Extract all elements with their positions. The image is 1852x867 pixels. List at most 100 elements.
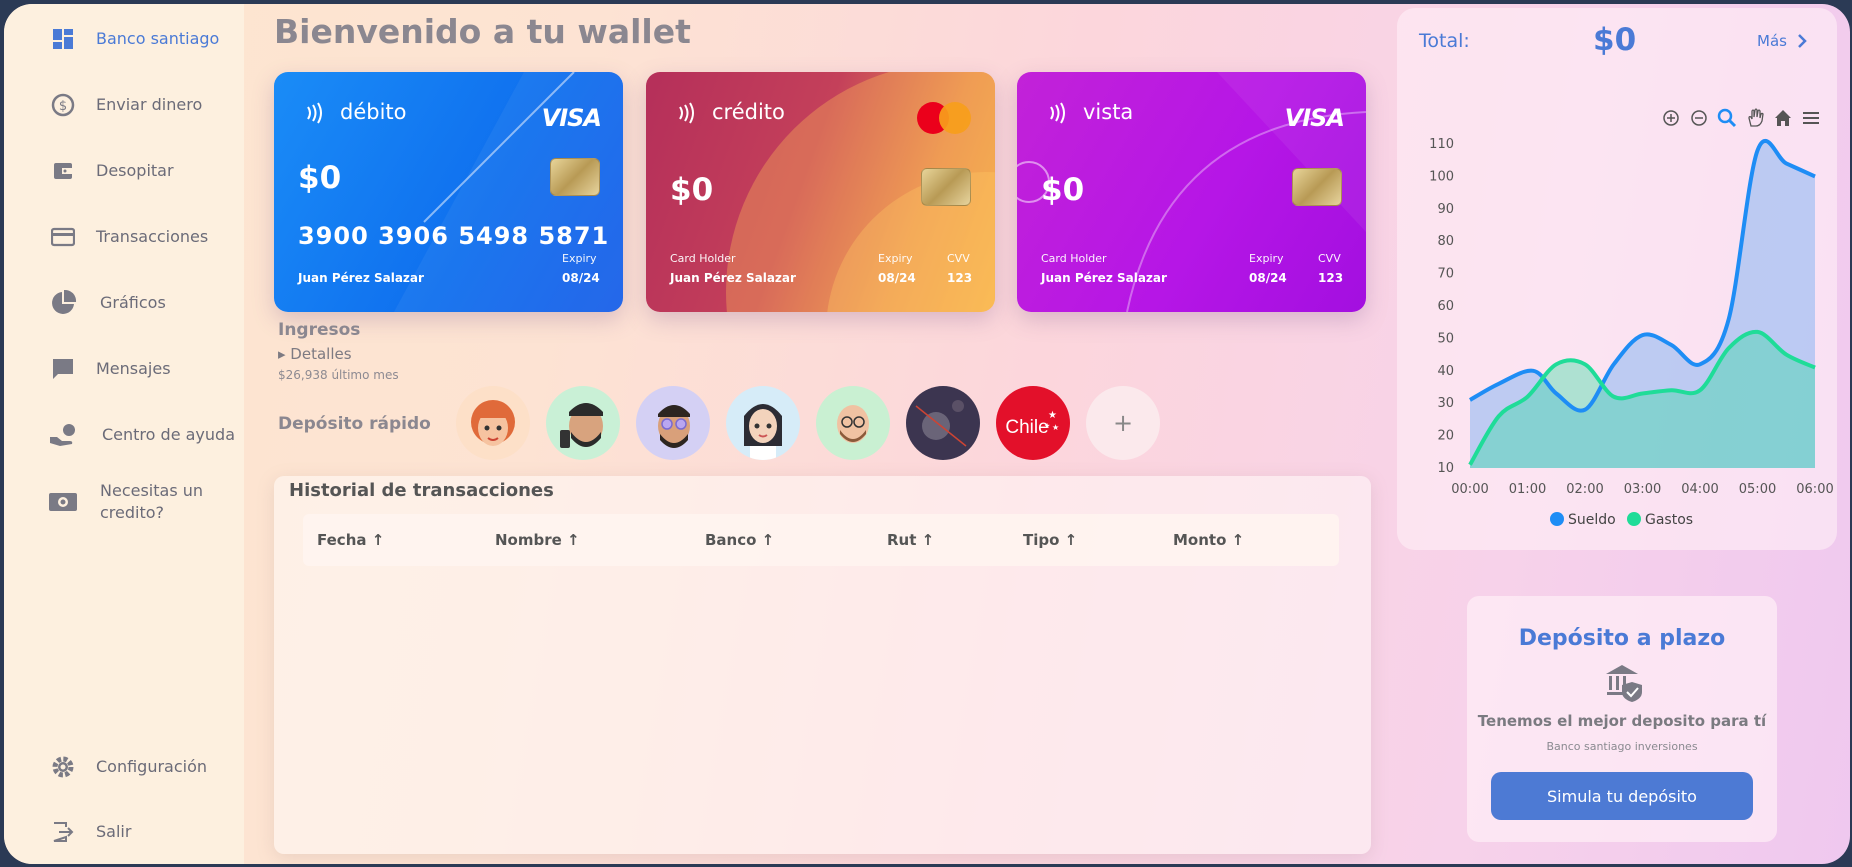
sidebar-item-banco-santiago[interactable]: Banco santiago: [48, 24, 219, 54]
card-expiry: 08/24: [562, 271, 600, 285]
card-vista[interactable]: vista VISA $0 Card Holder Expiry CVV Jua…: [1017, 72, 1366, 312]
hand-coin-icon: [48, 420, 78, 450]
pie-chart-icon: [48, 288, 78, 318]
legend-label[interactable]: Gastos: [1645, 512, 1693, 528]
add-contact-button[interactable]: +: [1086, 386, 1160, 460]
sidebar-item-credito[interactable]: Necesitas un credito?: [48, 480, 220, 524]
sidebar-item-label: Desopitar: [96, 161, 174, 180]
sidebar-item-enviar-dinero[interactable]: $ Enviar dinero: [48, 90, 202, 120]
sidebar-item-label: Necesitas un credito?: [100, 481, 204, 522]
wallet-icon: [48, 156, 78, 186]
sidebar-item-desopitar[interactable]: Desopitar: [48, 156, 174, 186]
card-type: crédito: [712, 100, 785, 124]
app-window: Banco santiago $ Enviar dinero Desopitar…: [4, 4, 1850, 864]
column-rut[interactable]: Rut ↑: [887, 531, 934, 549]
x-tick-label: 01:00: [1509, 482, 1546, 497]
cvv-label: CVV: [947, 252, 970, 265]
cash-icon: [48, 487, 78, 517]
contactless-icon: [679, 102, 694, 124]
y-tick-label: 60: [1437, 299, 1454, 314]
history-title: Historial de transacciones: [289, 480, 554, 501]
total-label: Total:: [1419, 30, 1470, 52]
deposit-subtext: Banco santiago inversiones: [1546, 740, 1698, 753]
credit-card-icon: [48, 222, 78, 252]
sidebar-item-transacciones[interactable]: Transacciones: [48, 222, 208, 252]
deposit-text: Tenemos el mejor deposito para tí: [1477, 712, 1767, 730]
y-tick-label: 90: [1437, 202, 1454, 217]
history-table-header: Fecha ↑ Nombre ↑ Banco ↑ Rut ↑ Tipo ↑ Mo…: [303, 514, 1339, 566]
gear-icon: [48, 752, 78, 782]
contact-avatar[interactable]: [726, 386, 800, 460]
expiry-label: Expiry: [878, 252, 913, 265]
y-tick-label: 40: [1437, 364, 1454, 379]
contact-avatar[interactable]: [456, 386, 530, 460]
ingresos-title: Ingresos: [278, 320, 361, 340]
card-expiry: 08/24: [878, 271, 916, 285]
sidebar-item-centro-de-ayuda[interactable]: Centro de ayuda: [48, 420, 235, 450]
sidebar-item-label: Centro de ayuda: [102, 425, 235, 444]
contact-avatar[interactable]: [546, 386, 620, 460]
column-nombre[interactable]: Nombre ↑: [495, 531, 580, 549]
card-type: vista: [1083, 100, 1134, 124]
card-number: 3900 3906 5498 5871: [298, 222, 610, 250]
deposit-promo-card: Depósito a plazo Tenemos el mejor deposi…: [1467, 596, 1777, 842]
svg-text:★: ★: [1052, 423, 1059, 432]
dashboard-icon: [48, 24, 78, 54]
visa-logo: VISA: [1284, 104, 1345, 132]
svg-text:★: ★: [1048, 410, 1057, 421]
legend-label[interactable]: Sueldo: [1568, 512, 1616, 528]
more-link[interactable]: Más: [1757, 32, 1811, 50]
card-debito[interactable]: débito VISA $0 3900 3906 5498 5871 Expir…: [274, 72, 623, 312]
card-balance: $0: [670, 172, 714, 208]
card-type: débito: [340, 100, 407, 124]
y-tick-label: 10: [1437, 461, 1454, 476]
x-tick-label: 00:00: [1451, 482, 1488, 497]
card-expiry: 08/24: [1249, 271, 1287, 285]
transaction-history-panel: Historial de transacciones Fecha ↑ Nombr…: [274, 476, 1371, 854]
y-tick-label: 80: [1437, 234, 1454, 249]
sidebar-item-configuracion[interactable]: Configuración: [48, 752, 207, 782]
contact-avatar[interactable]: [636, 386, 710, 460]
card-credito[interactable]: crédito $0 Card Holder Expiry CVV Juan P…: [646, 72, 995, 312]
contact-avatar[interactable]: [906, 386, 980, 460]
svg-text:$: $: [59, 99, 67, 114]
card-balance: $0: [1041, 172, 1085, 208]
logout-icon: [48, 817, 78, 847]
total-value: $0: [1593, 22, 1637, 58]
exchange-icon: $: [48, 90, 78, 120]
bank-shield-icon: [1606, 665, 1642, 702]
column-monto[interactable]: Monto ↑: [1173, 531, 1244, 549]
card-holder: Juan Pérez Salazar: [670, 271, 796, 285]
sidebar-item-mensajes[interactable]: Mensajes: [48, 354, 171, 384]
column-fecha[interactable]: Fecha ↑: [317, 531, 384, 549]
card-balance: $0: [298, 160, 342, 196]
deposit-title: Depósito a plazo: [1518, 626, 1726, 651]
sidebar-item-salir[interactable]: Salir: [48, 817, 131, 847]
simulate-deposit-button[interactable]: Simula tu depósito: [1491, 772, 1753, 820]
sidebar-item-label: Mensajes: [96, 359, 171, 378]
y-tick-label: 20: [1437, 429, 1454, 444]
visa-logo: VISA: [541, 104, 602, 132]
y-tick-label: 30: [1437, 396, 1454, 411]
contact-avatar-chile[interactable]: Chile ★ ★ ★: [996, 386, 1070, 460]
card-holder: Juan Pérez Salazar: [1041, 271, 1167, 285]
chevron-right-icon: [1798, 34, 1807, 48]
card-cvv: 123: [1318, 271, 1344, 285]
card-holder-label: Card Holder: [670, 252, 736, 265]
contact-avatar[interactable]: [816, 386, 890, 460]
legend-marker: [1627, 512, 1641, 526]
svg-text:★: ★: [1044, 422, 1050, 430]
sidebar-item-label: Configuración: [96, 757, 208, 776]
y-tick-label: 50: [1437, 331, 1454, 346]
ingresos-last-month: $26,938 último mes: [278, 368, 399, 382]
column-tipo[interactable]: Tipo ↑: [1023, 531, 1077, 549]
cvv-label: CVV: [1318, 252, 1341, 265]
sidebar-item-graficos[interactable]: Gráficos: [48, 288, 166, 318]
card-holder: Juan Pérez Salazar: [298, 271, 424, 285]
message-icon: [48, 354, 78, 384]
chip-icon: [550, 158, 600, 196]
contactless-icon: [307, 102, 322, 124]
column-banco[interactable]: Banco ↑: [705, 531, 774, 549]
sidebar-item-label: Gráficos: [100, 293, 166, 312]
ingresos-details-toggle[interactable]: ▸ Detalles: [278, 345, 352, 363]
